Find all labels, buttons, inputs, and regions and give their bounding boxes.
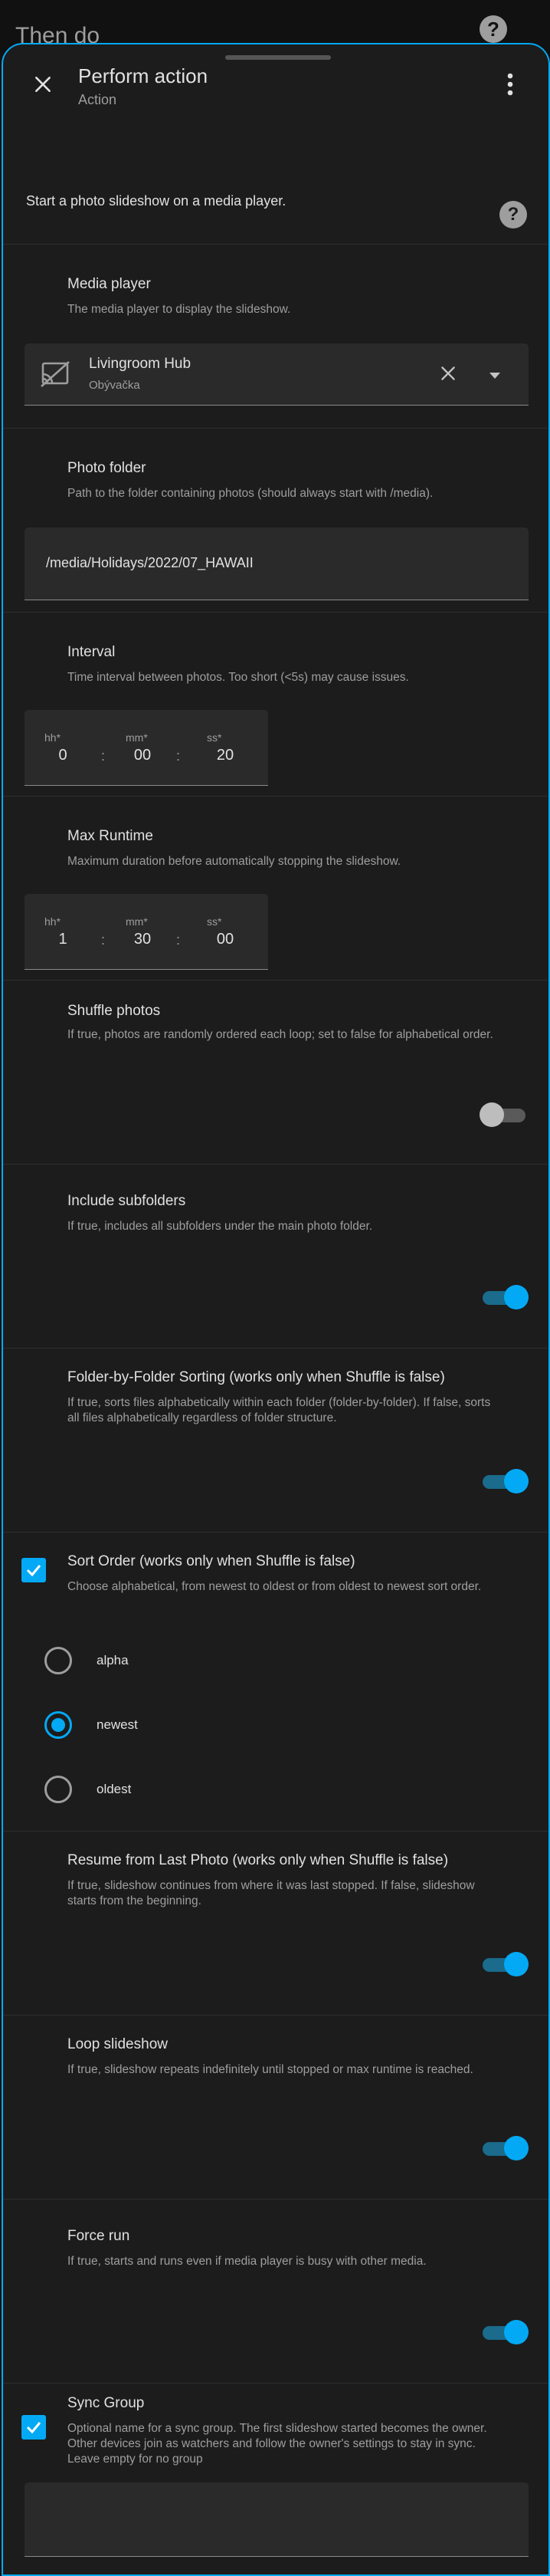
photo-folder-value: /media/Holidays/2022/07_HAWAII <box>46 555 254 570</box>
force-run-description: If true, starts and runs even if media p… <box>67 2255 427 2268</box>
photo-folder-description: Path to the folder containing photos (sh… <box>67 487 434 500</box>
photo-folder-title: Photo folder <box>67 460 146 476</box>
shuffle-description: If true, photos are randomly ordered eac… <box>67 1028 493 1041</box>
sort-order-checkbox[interactable] <box>21 1558 46 1582</box>
sync-group-checkbox[interactable] <box>21 2415 46 2440</box>
help-circle-icon[interactable]: ? <box>480 15 507 43</box>
sync-group-section: Sync Group Optional name for a sync grou… <box>3 2383 548 2574</box>
action-description: Start a photo slideshow on a media playe… <box>26 193 286 209</box>
resume-section: Resume from Last Photo (works only when … <box>3 1831 548 2016</box>
dots-vertical-icon[interactable] <box>496 66 524 103</box>
loop-title: Loop slideshow <box>67 2036 168 2052</box>
media-player-area: Obývačka <box>89 379 140 392</box>
radio-newest-label: newest <box>97 1717 138 1732</box>
hours-label: hh* <box>44 915 61 928</box>
shuffle-toggle[interactable] <box>480 1101 529 1129</box>
drag-handle[interactable] <box>225 55 331 60</box>
clear-icon[interactable] <box>438 363 458 387</box>
folder-sorting-toggle[interactable] <box>480 1467 529 1495</box>
subfolders-toggle[interactable] <box>480 1283 529 1311</box>
time-separator: : <box>101 748 106 764</box>
minutes-label: mm* <box>126 915 148 928</box>
media-player-description: The media player to display the slidesho… <box>67 303 291 316</box>
shuffle-section: Shuffle photos If true, photos are rando… <box>3 980 548 1165</box>
time-separator: : <box>176 932 181 948</box>
interval-description: Time interval between photos. Too short … <box>67 671 409 684</box>
subfolders-title: Include subfolders <box>67 1193 186 1209</box>
loop-toggle[interactable] <box>480 2134 529 2162</box>
loop-description: If true, slideshow repeats indefinitely … <box>67 2063 473 2076</box>
sync-group-description: Optional name for a sync group. The firs… <box>67 2422 487 2466</box>
shuffle-title: Shuffle photos <box>67 1003 161 1019</box>
sort-order-section: Sort Order (works only when Shuffle is f… <box>3 1532 548 1832</box>
dialog-title: Perform action <box>78 64 208 87</box>
time-separator: : <box>101 932 106 948</box>
radio-oldest[interactable] <box>44 1776 72 1803</box>
minutes-value[interactable]: 30 <box>127 931 158 948</box>
force-run-toggle[interactable] <box>480 2318 529 2346</box>
seconds-label: ss* <box>207 915 222 928</box>
force-run-title: Force run <box>67 2228 130 2244</box>
chevron-down-icon[interactable] <box>489 370 501 383</box>
hours-value[interactable]: 0 <box>47 747 78 764</box>
sort-order-title: Sort Order (works only when Shuffle is f… <box>67 1553 355 1569</box>
media-player-select[interactable]: Livingroom Hub Obývačka <box>25 343 529 406</box>
folder-sorting-title: Folder-by-Folder Sorting (works only whe… <box>67 1369 445 1385</box>
subfolders-description: If true, includes all subfolders under t… <box>67 1220 373 1233</box>
sync-group-input[interactable] <box>25 2482 529 2557</box>
seconds-value[interactable]: 00 <box>210 931 241 948</box>
help-circle-icon[interactable]: ? <box>499 201 527 228</box>
seconds-label: ss* <box>207 731 222 744</box>
photo-folder-section: Photo folder Path to the folder containi… <box>3 428 548 613</box>
radio-oldest-label: oldest <box>97 1782 132 1796</box>
seconds-value[interactable]: 20 <box>210 747 241 764</box>
media-player-section: Media player The media player to display… <box>3 244 548 429</box>
max-runtime-description: Maximum duration before automatically st… <box>67 855 401 868</box>
folder-sorting-section: Folder-by-Folder Sorting (works only whe… <box>3 1348 548 1533</box>
photo-folder-input[interactable]: /media/Holidays/2022/07_HAWAII <box>25 527 529 600</box>
dialog-subtitle: Action <box>78 92 117 107</box>
max-runtime-section: Max Runtime Maximum duration before auto… <box>3 796 548 981</box>
max-runtime-title: Max Runtime <box>67 828 153 844</box>
media-player-title: Media player <box>67 276 151 292</box>
time-separator: : <box>176 748 181 764</box>
force-run-section: Force run If true, starts and runs even … <box>3 2199 548 2384</box>
subfolders-section: Include subfolders If true, includes all… <box>3 1164 548 1349</box>
interval-title: Interval <box>67 644 116 660</box>
max-runtime-duration-input[interactable]: hh* 1 : mm* 30 : ss* 00 <box>25 894 268 970</box>
sort-order-description: Choose alphabetical, from newest to olde… <box>67 1580 482 1593</box>
perform-action-dialog: Perform action Action Start a photo slid… <box>2 43 550 2576</box>
radio-alpha[interactable] <box>44 1647 72 1674</box>
hours-value[interactable]: 1 <box>47 931 78 948</box>
media-player-name: Livingroom Hub <box>89 356 192 372</box>
resume-title: Resume from Last Photo (works only when … <box>67 1852 449 1868</box>
sync-group-title: Sync Group <box>67 2395 145 2411</box>
interval-section: Interval Time interval between photos. T… <box>3 612 548 797</box>
radio-newest[interactable] <box>44 1711 72 1739</box>
minutes-value[interactable]: 00 <box>127 747 158 764</box>
action-intro: Start a photo slideshow on a media playe… <box>3 152 548 245</box>
minutes-label: mm* <box>126 731 148 744</box>
cast-off-icon <box>40 360 70 392</box>
resume-description: If true, slideshow continues from where … <box>67 1879 475 1907</box>
radio-alpha-label: alpha <box>97 1653 129 1668</box>
resume-toggle[interactable] <box>480 1950 529 1978</box>
hours-label: hh* <box>44 731 61 744</box>
close-icon[interactable] <box>26 67 60 101</box>
folder-sorting-description: If true, sorts files alphabetically with… <box>67 1396 491 1424</box>
loop-section: Loop slideshow If true, slideshow repeat… <box>3 2015 548 2200</box>
interval-duration-input[interactable]: hh* 0 : mm* 00 : ss* 20 <box>25 710 268 786</box>
